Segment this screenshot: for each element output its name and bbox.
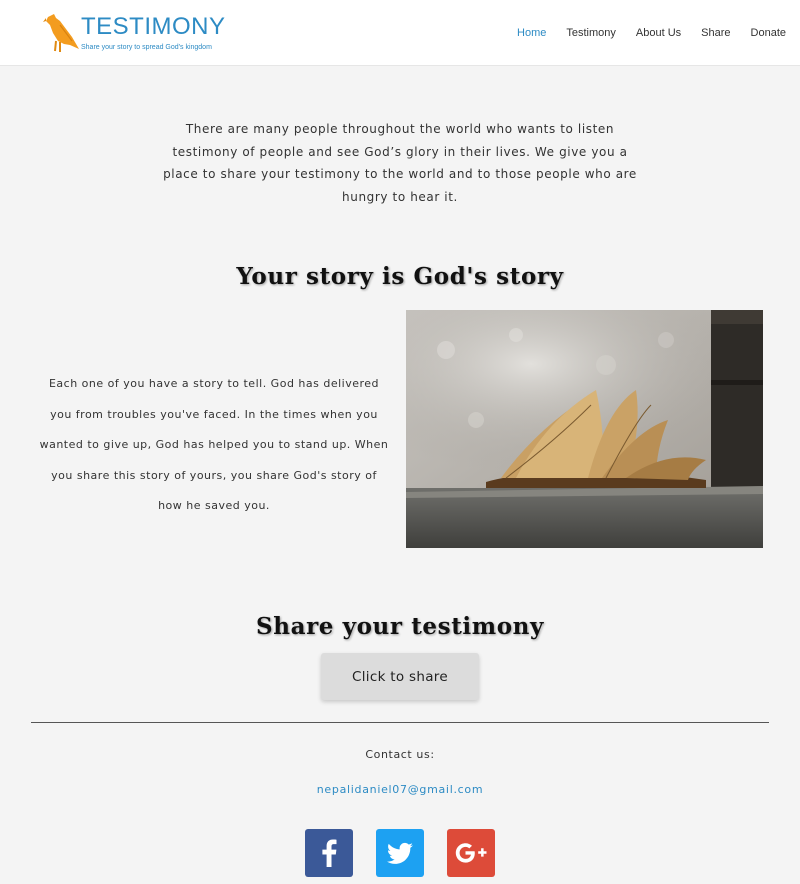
main-nav: Home Testimony About Us Share Donate — [497, 27, 786, 39]
logo-title: TESTIMONY — [81, 13, 226, 40]
eagle-logo-icon — [43, 14, 79, 52]
logo[interactable]: TESTIMONY Share your story to spread God… — [42, 9, 225, 57]
nav-donate[interactable]: Donate — [751, 27, 786, 39]
contact-email-link[interactable]: nepalidaniel07@gmail.com — [0, 783, 800, 796]
contact-label: Contact us: — [365, 748, 435, 761]
click-to-share-button[interactable]: Click to share — [321, 653, 479, 700]
story-heading: Your story is God's story — [236, 263, 564, 290]
google-plus-icon[interactable] — [447, 829, 495, 877]
nav-share[interactable]: Share — [701, 27, 730, 39]
open-book-image — [406, 310, 763, 548]
intro-text: There are many people throughout the wor… — [163, 122, 637, 204]
nav-testimony[interactable]: Testimony — [566, 27, 616, 39]
site-header: TESTIMONY Share your story to spread God… — [0, 0, 800, 66]
logo-tagline: Share your story to spread God's kingdom — [81, 44, 212, 51]
twitter-icon[interactable] — [376, 829, 424, 877]
footer-divider — [31, 722, 769, 723]
story-text: Each one of you have a story to tell. Go… — [39, 377, 389, 512]
nav-home[interactable]: Home — [517, 27, 546, 39]
nav-about-us[interactable]: About Us — [636, 27, 681, 39]
facebook-icon[interactable] — [305, 829, 353, 877]
share-heading: Share your testimony — [256, 613, 544, 640]
